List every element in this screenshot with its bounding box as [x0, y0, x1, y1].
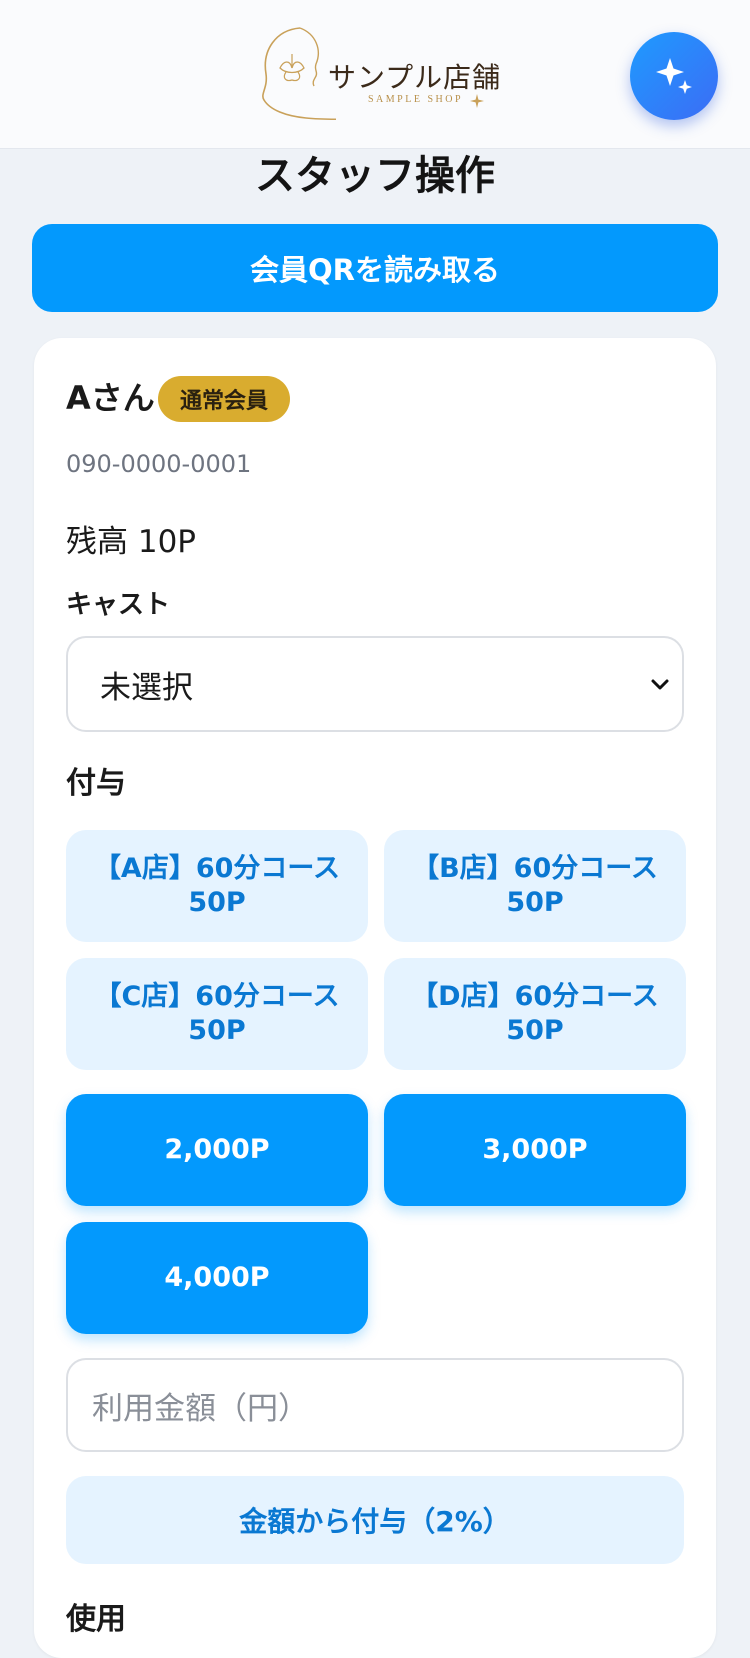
cast-label: キャスト [66, 590, 171, 620]
course-label: 【A店】60分コース [93, 853, 341, 884]
member-balance: 残高 10P [66, 524, 196, 560]
grant-course-b-button[interactable]: 【B店】60分コース 50P [384, 830, 686, 942]
grant-from-amount-button[interactable]: 金額から付与（2%） [66, 1476, 684, 1564]
grant-course-d-button[interactable]: 【D店】60分コース 50P [384, 958, 686, 1070]
grant-course-a-button[interactable]: 【A店】60分コース 50P [66, 830, 368, 942]
course-points: 50P [188, 887, 246, 918]
chevron-down-icon [651, 679, 669, 690]
logo-text: サンプル店舗 [328, 61, 502, 94]
use-label: 使用 [66, 1602, 126, 1637]
course-points: 50P [506, 887, 564, 918]
logo-subtext: SAMPLE SHOP [368, 94, 464, 105]
grant-label: 付与 [66, 766, 126, 801]
cast-select-value: 未選択 [100, 669, 193, 706]
course-label: 【B店】60分コース [412, 853, 658, 884]
logo-face-icon [262, 27, 336, 121]
grant-course-c-button[interactable]: 【C店】60分コース 50P [66, 958, 368, 1070]
usage-amount-input[interactable]: 利用金額（円） [66, 1358, 684, 1452]
member-card: Aさん 通常会員 090-0000-0001 残高 10P キャスト 未選択 付… [34, 338, 716, 1658]
grant-4000p-button[interactable]: 4,000P [66, 1222, 368, 1334]
member-phone: 090-0000-0001 [66, 450, 252, 478]
page-title: スタッフ操作 [255, 153, 495, 199]
course-label: 【D店】60分コース [411, 981, 659, 1012]
member-status-badge: 通常会員 [158, 376, 291, 422]
course-points: 50P [188, 1015, 246, 1046]
cast-select[interactable]: 未選択 [66, 636, 684, 732]
shop-logo: サンプル店舗 SAMPLE SHOP [256, 24, 500, 128]
member-name: Aさん [66, 379, 155, 417]
course-label: 【C店】60分コース [94, 981, 340, 1012]
grant-3000p-button[interactable]: 3,000P [384, 1094, 686, 1206]
usage-amount-placeholder: 利用金額（円） [92, 1390, 309, 1427]
ai-assistant-button[interactable] [630, 32, 718, 120]
logo-star-icon [470, 94, 484, 108]
grant-2000p-button[interactable]: 2,000P [66, 1094, 368, 1206]
app-header: サンプル店舗 SAMPLE SHOP [0, 0, 750, 149]
sparkles-icon [656, 58, 692, 94]
scan-member-qr-button[interactable]: 会員QRを読み取る [32, 224, 718, 312]
course-points: 50P [506, 1015, 564, 1046]
